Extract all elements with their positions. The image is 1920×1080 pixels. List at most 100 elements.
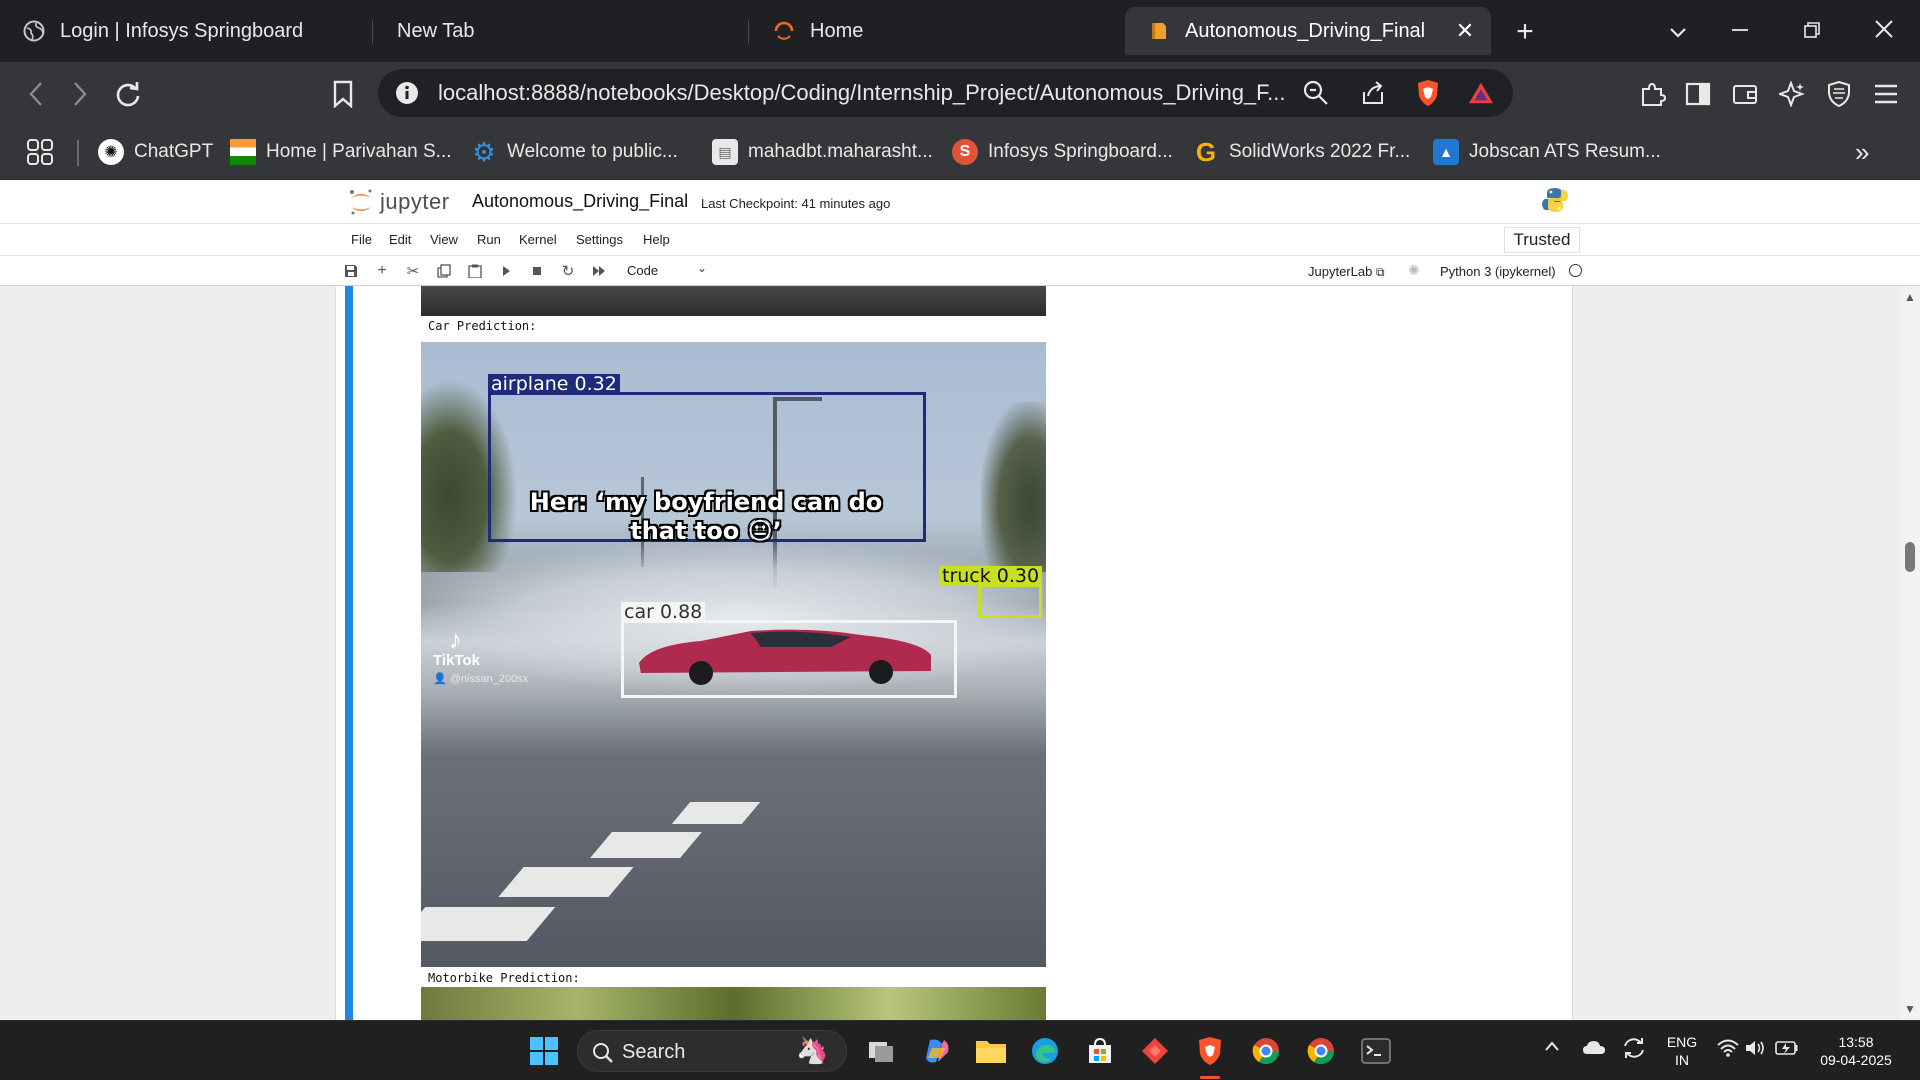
bookmark-mahadbt[interactable]: ▤ mahadbt.maharasht...	[712, 136, 933, 168]
extensions-icon[interactable]	[1634, 76, 1670, 112]
restore-button[interactable]	[1792, 12, 1832, 52]
india-flag-icon	[230, 139, 256, 165]
copilot-icon[interactable]	[917, 1031, 957, 1071]
volume-icon[interactable]	[1745, 1039, 1767, 1062]
sync-icon[interactable]	[1621, 1035, 1647, 1066]
task-view-icon[interactable]	[862, 1031, 902, 1071]
address-bar[interactable]: localhost:8888/notebooks/Desktop/Coding/…	[378, 69, 1513, 117]
road-marking	[671, 802, 761, 824]
bookmarks-bar: ✺ ChatGPT Home | Parivahan S... ⚙ Welcom…	[0, 124, 1920, 180]
brave-rewards-icon[interactable]	[1468, 80, 1494, 106]
menu-file[interactable]: File	[351, 232, 372, 247]
jupyterlab-link[interactable]: JupyterLab ⧉	[1308, 264, 1385, 280]
menu-run[interactable]: Run	[477, 232, 501, 247]
scroll-down-arrow-icon[interactable]: ▼	[1904, 1002, 1916, 1016]
detection-label-truck: truck 0.30	[939, 566, 1043, 586]
tab-home[interactable]: Home	[750, 7, 1120, 55]
brave-browser-icon[interactable]	[1190, 1031, 1230, 1071]
taskbar-search[interactable]: Search 🦄	[577, 1030, 847, 1072]
menu-edit[interactable]: Edit	[389, 232, 411, 247]
cut-icon[interactable]: ✂	[405, 263, 421, 280]
windows-start-icon[interactable]	[524, 1031, 564, 1071]
kernel-status-idle-icon	[1569, 264, 1582, 277]
jupyter-logo[interactable]: jupyter	[348, 188, 450, 216]
tab-label: Autonomous_Driving_Final	[1185, 19, 1426, 42]
apps-grid-icon[interactable]	[22, 134, 58, 170]
reload-button[interactable]	[110, 76, 146, 112]
run-icon[interactable]	[498, 263, 514, 279]
battery-charging-icon[interactable]	[1775, 1040, 1799, 1061]
notebook-area[interactable]: Car Prediction: airplane 0.32 truck 0.30…	[0, 286, 1920, 1020]
kernel-settings-gear-icon[interactable]: ✺	[1408, 262, 1420, 279]
menu-kernel[interactable]: Kernel	[519, 232, 557, 247]
sidebar-icon[interactable]	[1680, 76, 1716, 112]
close-window-button[interactable]	[1864, 12, 1904, 52]
leo-ai-icon[interactable]	[1774, 76, 1810, 112]
save-icon[interactable]	[343, 263, 359, 279]
tiktok-note-icon: ♪	[449, 624, 462, 654]
new-tab-button[interactable]: +	[1505, 12, 1545, 52]
bookmark-solidworks[interactable]: G SolidWorks 2022 Fr...	[1193, 136, 1410, 168]
file-explorer-icon[interactable]	[971, 1031, 1011, 1071]
zoom-icon[interactable]	[1303, 80, 1329, 106]
language-code: ENG	[1666, 1034, 1698, 1050]
edge-browser-icon[interactable]	[1025, 1031, 1065, 1071]
more-bookmarks-chevron-icon[interactable]: »	[1855, 136, 1869, 168]
notebook-title[interactable]: Autonomous_Driving_Final	[472, 191, 688, 212]
onedrive-cloud-icon[interactable]	[1582, 1039, 1606, 1060]
gear-blue-icon: ⚙	[472, 136, 496, 167]
paste-icon[interactable]	[467, 263, 483, 279]
kernel-name[interactable]: Python 3 (ipykernel)	[1440, 264, 1556, 279]
add-cell-icon[interactable]: +	[374, 262, 390, 279]
jupyter-wordmark: jupyter	[380, 189, 450, 214]
wifi-icon[interactable]	[1717, 1039, 1739, 1062]
terminal-icon[interactable]	[1356, 1031, 1396, 1071]
copy-icon[interactable]	[436, 263, 452, 279]
jupyterlab-label: JupyterLab	[1308, 264, 1373, 279]
chrome-profile-icon[interactable]	[1246, 1031, 1286, 1071]
chrome-icon[interactable]	[1301, 1031, 1341, 1071]
close-tab-icon[interactable]: ✕	[1453, 19, 1477, 43]
run-all-icon[interactable]	[591, 263, 607, 279]
bookmark-parivahan[interactable]: Home | Parivahan S...	[230, 136, 452, 168]
vpn-shield-icon[interactable]	[1821, 76, 1857, 112]
bookmark-label: mahadbt.maharasht...	[748, 141, 933, 162]
clock[interactable]: 13:58 09-04-2025	[1806, 1033, 1906, 1069]
site-info-icon[interactable]	[394, 80, 420, 106]
tab-login-springboard[interactable]: Login | Infosys Springboard	[0, 7, 370, 55]
tab-autonomous-driving-final[interactable]: Autonomous_Driving_Final ✕	[1125, 7, 1491, 55]
menu-icon[interactable]	[1868, 76, 1904, 112]
microsoft-store-icon[interactable]	[1080, 1031, 1120, 1071]
road-marking	[590, 832, 702, 858]
wallet-icon[interactable]	[1727, 76, 1763, 112]
back-button[interactable]	[18, 76, 54, 112]
notebook-scrollbar[interactable]: ▲ ▼	[1900, 286, 1920, 1020]
trusted-indicator[interactable]: Trusted	[1504, 227, 1580, 253]
brave-shields-icon[interactable]	[1415, 80, 1441, 106]
scroll-thumb[interactable]	[1905, 542, 1915, 572]
active-cell-indicator[interactable]	[345, 286, 353, 1020]
show-hidden-icons-chevron-icon[interactable]	[1544, 1039, 1560, 1057]
share-icon[interactable]	[1360, 80, 1386, 106]
restart-kernel-icon[interactable]: ↻	[560, 263, 576, 280]
bookmark-chatgpt[interactable]: ✺ ChatGPT	[98, 136, 213, 168]
scroll-up-arrow-icon[interactable]: ▲	[1904, 290, 1916, 304]
bookmark-infosys-springboard[interactable]: S Infosys Springboard...	[952, 136, 1173, 168]
menu-view[interactable]: View	[430, 232, 458, 247]
stop-icon[interactable]	[529, 263, 545, 279]
anydesk-icon[interactable]	[1135, 1031, 1175, 1071]
menu-help[interactable]: Help	[643, 232, 670, 247]
menu-settings[interactable]: Settings	[576, 232, 623, 247]
minimize-button[interactable]	[1720, 12, 1760, 52]
bookmark-welcome-public[interactable]: ⚙ Welcome to public...	[471, 136, 677, 168]
cell-type-select[interactable]: Code	[627, 263, 658, 278]
input-language[interactable]: ENG IN	[1665, 1033, 1699, 1069]
forward-button[interactable]	[62, 76, 98, 112]
bookmark-jobscan[interactable]: ▲ Jobscan ATS Resum...	[1433, 136, 1661, 168]
tab-new-tab[interactable]: New Tab	[375, 7, 745, 55]
tab-search-chevron-icon[interactable]	[1658, 12, 1698, 52]
chevron-down-icon[interactable]: ⌄	[697, 261, 707, 275]
tab-label: Login | Infosys Springboard	[60, 19, 304, 42]
bookmark-icon[interactable]	[325, 76, 361, 112]
jupyter-menubar: File Edit View Run Kernel Settings Help …	[0, 223, 1920, 255]
